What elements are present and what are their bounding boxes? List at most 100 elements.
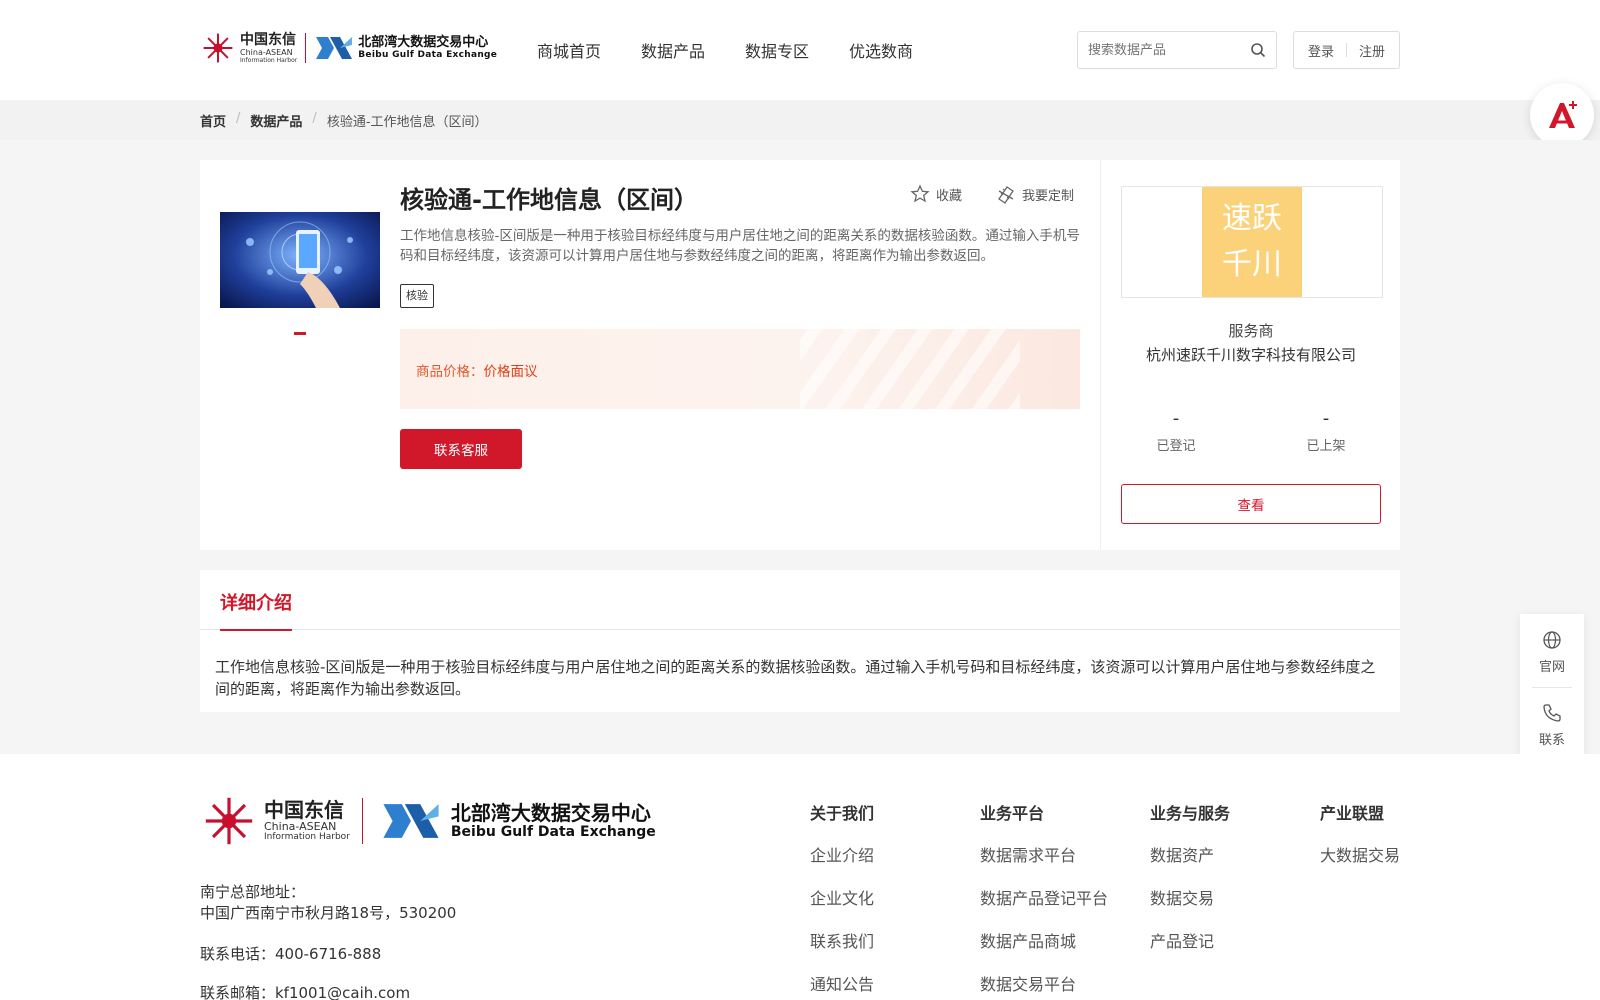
footer-address-label: 南宁总部地址： <box>200 883 306 901</box>
site-logo[interactable]: 中国东信 China-ASEAN Information Harbor 北部湾大… <box>200 30 497 66</box>
footer-col-alliance: 产业联盟 大数据交易 <box>1320 800 1400 885</box>
footer-link[interactable]: 数据产品商城 <box>980 928 1108 952</box>
nav-featured-vendors[interactable]: 优选数商 <box>849 38 913 62</box>
nav-mall-home[interactable]: 商城首页 <box>537 38 601 62</box>
favorite-label: 收藏 <box>936 188 963 204</box>
vendor-role: 服务商 <box>1228 322 1274 340</box>
nav-data-products[interactable]: 数据产品 <box>641 38 705 62</box>
beibu-gulf-logo-icon <box>383 804 439 838</box>
breadcrumb-data-products[interactable]: 数据产品 <box>250 111 302 130</box>
product-tag: 核验 <box>400 284 434 308</box>
toolbar-contact[interactable]: 联系 <box>1520 703 1584 748</box>
price-box-decoration <box>800 329 1020 409</box>
footer-link[interactable]: 数据交易 <box>1150 885 1230 909</box>
exchange-en-text: Beibu Gulf Data Exchange <box>358 50 498 60</box>
logo-en-sub-text: Information Harbor <box>240 56 298 64</box>
china-asean-logo-icon <box>205 797 253 845</box>
site-header: 中国东信 China-ASEAN Information Harbor 北部湾大… <box>0 0 1600 100</box>
custom-order-button[interactable]: 我要定制 <box>996 184 1074 204</box>
detail-section: 详细介绍 工作地信息核验-区间版是一种用于核验目标经纬度与用户居住地之间的距离关… <box>200 570 1400 712</box>
floating-assistant-button[interactable] <box>1530 83 1594 147</box>
logo-cn-text: 中国东信 <box>240 31 296 48</box>
stat-listed: - 已上架 <box>1266 408 1386 454</box>
stat-registered: - 已登记 <box>1116 408 1236 454</box>
login-link[interactable]: 登录 <box>1308 41 1334 60</box>
logo-divider <box>305 33 307 63</box>
footer-address: 南宁总部地址： 中国广西南宁市秋月路18号，530200 <box>200 882 456 924</box>
product-title: 核验通-工作地信息（区间） <box>400 186 698 214</box>
vendor-logo: 速跃 千川 <box>1202 187 1302 297</box>
footer-col-title: 关于我们 <box>810 804 875 823</box>
footer-link[interactable]: 联系我们 <box>810 928 874 952</box>
footer-logo[interactable]: 中国东信 China-ASEAN Information Harbor 北部湾大… <box>200 792 656 850</box>
nav-data-zone[interactable]: 数据专区 <box>745 38 809 62</box>
main-nav: 商城首页 数据产品 数据专区 优选数商 <box>537 38 953 62</box>
stat-registered-label: 已登记 <box>1156 439 1196 454</box>
auth-box: 登录 注册 <box>1293 31 1400 69</box>
toolbar-website[interactable]: 官网 <box>1520 630 1584 675</box>
image-carousel-indicator[interactable] <box>294 332 306 335</box>
assistant-a-icon <box>1549 101 1577 128</box>
footer-link[interactable]: 产品登记 <box>1150 928 1230 952</box>
vendor-logo-frame: 速跃 千川 <box>1121 186 1383 298</box>
footer-phone: 联系电话：400-6716-888 <box>200 945 382 963</box>
footer-link[interactable]: 企业文化 <box>810 885 874 909</box>
stat-registered-value: - <box>1172 408 1180 429</box>
footer-col-title: 产业联盟 <box>1320 804 1385 823</box>
tab-detail-intro[interactable]: 详细介绍 <box>220 589 292 631</box>
china-asean-logo-icon <box>203 33 233 63</box>
exchange-cn-text: 北部湾大数据交易中心 <box>358 35 489 50</box>
footer-col-platform: 业务平台 数据需求平台 数据产品登记平台 数据产品商城 数据交易平台 <box>980 800 1108 1000</box>
view-vendor-button[interactable]: 查看 <box>1121 484 1381 524</box>
vendor-logo-line1: 速跃 <box>1222 201 1282 236</box>
footer-col-title: 业务平台 <box>980 804 1045 823</box>
footer-col-title: 业务与服务 <box>1150 804 1231 823</box>
toolbar-divider <box>1532 687 1572 688</box>
footer-exchange-en-text: Beibu Gulf Data Exchange <box>450 824 656 840</box>
custom-order-label: 我要定制 <box>1022 188 1075 204</box>
favorite-button[interactable]: 收藏 <box>910 184 962 204</box>
product-description: 工作地信息核验-区间版是一种用于核验目标经纬度与用户居住地之间的距离关系的数据核… <box>400 228 1080 264</box>
footer-link[interactable]: 数据交易平台 <box>980 971 1108 995</box>
footer-logo-cn-text: 中国东信 <box>264 798 344 822</box>
footer-link[interactable]: 数据产品登记平台 <box>980 885 1108 909</box>
price-label: 商品价格： <box>416 364 484 380</box>
breadcrumb-home[interactable]: 首页 <box>200 111 226 130</box>
breadcrumb: 首页 / 数据产品 / 核验通-工作地信息（区间） <box>200 111 488 130</box>
footer-address-value: 中国广西南宁市秋月路18号，530200 <box>200 904 457 922</box>
price-value: 价格面议 <box>483 364 538 380</box>
breadcrumb-current: 核验通-工作地信息（区间） <box>326 115 488 130</box>
breadcrumb-separator: / <box>236 111 241 126</box>
phone-icon <box>1543 704 1561 722</box>
stat-listed-label: 已上架 <box>1306 439 1346 454</box>
product-image <box>220 212 380 308</box>
footer-link[interactable]: 数据资产 <box>1150 842 1230 866</box>
detail-tab-bar: 详细介绍 <box>200 570 1400 631</box>
toolbar-contact-label: 联系 <box>1538 733 1565 748</box>
footer-logo-en-sub-text: Information Harbor <box>264 831 350 842</box>
price-row: 商品价格：价格面议 <box>416 360 538 380</box>
search-input[interactable] <box>1078 42 1238 58</box>
footer-link[interactable]: 通知公告 <box>810 971 874 995</box>
search-icon[interactable] <box>1250 42 1266 58</box>
vendor-name: 杭州速跃千川数字科技有限公司 <box>1145 346 1356 364</box>
price-box: 商品价格：价格面议 <box>400 329 1080 409</box>
vendor-logo-line2: 千川 <box>1222 247 1282 282</box>
contact-service-button[interactable]: 联系客服 <box>400 429 522 469</box>
logo-en-text: China-ASEAN <box>240 47 293 57</box>
footer-col-about: 关于我们 企业介绍 企业文化 联系我们 通知公告 <box>810 800 874 1000</box>
footer-link[interactable]: 数据需求平台 <box>980 842 1108 866</box>
footer-logo-divider <box>361 798 363 844</box>
search-box <box>1077 31 1277 69</box>
customize-icon <box>998 186 1014 204</box>
floating-toolbar: 官网 联系 <box>1520 614 1584 760</box>
register-link[interactable]: 注册 <box>1359 41 1385 60</box>
vendor-card: 速跃 千川 服务商 杭州速跃千川数字科技有限公司 - 已登记 - 已上架 查看 <box>1100 160 1400 550</box>
beibu-gulf-logo-icon <box>316 37 353 59</box>
breadcrumb-bar: 首页 / 数据产品 / 核验通-工作地信息（区间） <box>0 100 1600 140</box>
footer-link[interactable]: 大数据交易 <box>1320 842 1400 866</box>
footer-link[interactable]: 企业介绍 <box>810 842 874 866</box>
footer-logo-en-text: China-ASEAN <box>264 820 337 833</box>
breadcrumb-separator: / <box>312 111 317 126</box>
star-icon <box>910 184 930 203</box>
